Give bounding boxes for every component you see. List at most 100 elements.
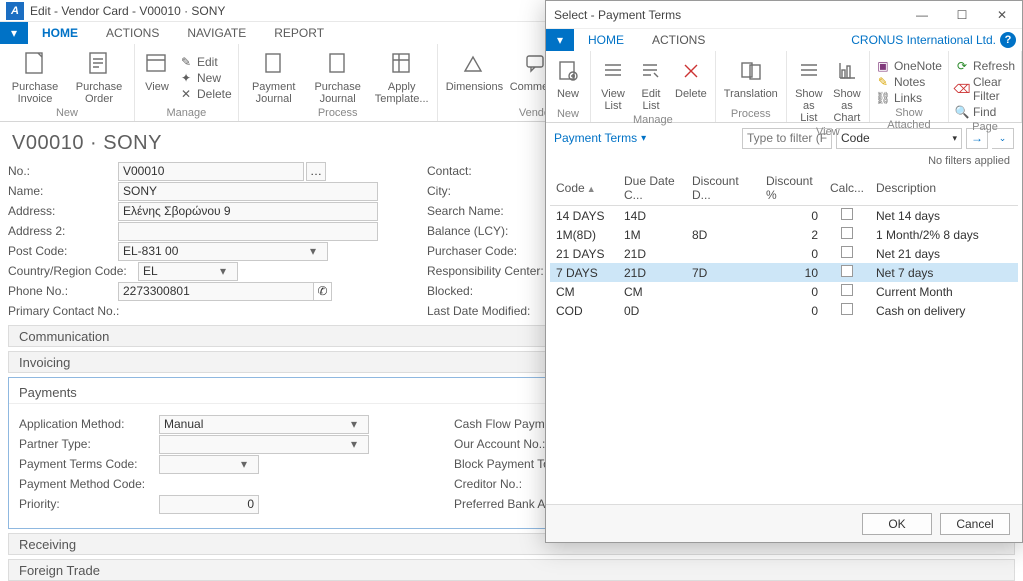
journal-icon	[324, 50, 352, 78]
view-icon	[143, 50, 171, 78]
dialog-footer: OK Cancel	[546, 504, 1022, 542]
help-icon[interactable]: ?	[1000, 32, 1016, 48]
dimensions-icon	[459, 50, 487, 78]
find-button[interactable]: 🔍Find	[955, 105, 1015, 119]
label-paymentterms: Payment Terms Code:	[19, 457, 159, 471]
dialog-new-button[interactable]: New	[552, 55, 584, 106]
dialog-tab-home[interactable]: HOME	[574, 29, 638, 51]
file-tab[interactable]: ▾	[0, 22, 28, 44]
ok-button[interactable]: OK	[862, 513, 932, 535]
app-logo-icon: A	[6, 2, 24, 20]
dialog-title: Select - Payment Terms	[554, 8, 902, 22]
template-icon	[388, 50, 416, 78]
tab-navigate[interactable]: NAVIGATE	[173, 22, 260, 44]
label-partnertype: Partner Type:	[19, 437, 159, 451]
chevron-down-icon: ▾	[952, 133, 957, 144]
phone-icon[interactable]: ✆	[314, 282, 332, 301]
tab-report[interactable]: REPORT	[260, 22, 338, 44]
checkbox[interactable]	[841, 303, 853, 315]
col-discountpct[interactable]: Discount %	[760, 171, 824, 206]
label-no: No.:	[8, 164, 118, 178]
priority-input[interactable]	[159, 495, 259, 514]
new-icon	[554, 57, 582, 85]
col-discountdate[interactable]: Discount D...	[686, 171, 760, 206]
minimize-button[interactable]: —	[902, 1, 942, 29]
translation-button[interactable]: Translation	[722, 55, 780, 106]
cancel-button[interactable]: Cancel	[940, 513, 1010, 535]
edit-list-button[interactable]: Edit List	[635, 55, 667, 112]
dialog-header[interactable]: Payment Terms▾	[554, 131, 646, 145]
onenote-button[interactable]: ▣OneNote	[876, 59, 942, 73]
delete-icon	[677, 57, 705, 85]
tab-home[interactable]: HOME	[28, 22, 92, 44]
country-input[interactable]	[138, 262, 238, 281]
select-payment-terms-dialog: Select - Payment Terms — ☐ ✕ ▾ HOME ACTI…	[545, 0, 1023, 543]
table-row[interactable]: 7 DAYS21D7D10Net 7 days	[550, 263, 1018, 282]
list-icon	[599, 57, 627, 85]
appmethod-input[interactable]	[159, 415, 369, 434]
col-duedate[interactable]: Due Date C...	[618, 171, 686, 206]
label-address2: Address 2:	[8, 224, 118, 238]
new-button[interactable]: ✦New	[179, 71, 232, 85]
close-button[interactable]: ✕	[982, 1, 1022, 29]
partnertype-input[interactable]	[159, 435, 369, 454]
clear-filter-icon: ⌫	[955, 82, 969, 96]
table-row[interactable]: 14 DAYS14D0Net 14 days	[550, 206, 1018, 226]
no-assist-button[interactable]: …	[306, 162, 326, 181]
dialog-ribbon-tabs: ▾ HOME ACTIONS CRONUS International Ltd.…	[546, 29, 1022, 51]
notes-icon: ✎	[876, 75, 890, 89]
clear-filter-button[interactable]: ⌫Clear Filter	[955, 75, 1015, 103]
edit-button[interactable]: ✎Edit	[179, 55, 232, 69]
checkbox[interactable]	[841, 265, 853, 277]
table-row[interactable]: CMCM0Current Month	[550, 282, 1018, 301]
col-code[interactable]: Code▲	[550, 171, 618, 206]
notes-button[interactable]: ✎Notes	[876, 75, 942, 89]
delete-button[interactable]: ✕Delete	[179, 87, 232, 101]
no-input[interactable]	[118, 162, 304, 181]
payment-journal-button[interactable]: Payment Journal	[245, 48, 303, 105]
view-list-button[interactable]: View List	[597, 55, 629, 112]
links-icon: ⛓	[876, 91, 890, 105]
table-row[interactable]: 1M(8D)1M8D21 Month/2% 8 days	[550, 225, 1018, 244]
paymentterms-input[interactable]	[159, 455, 259, 474]
dialog-tab-actions[interactable]: ACTIONS	[638, 29, 719, 51]
label-balance: Balance (LCY):	[427, 224, 537, 238]
links-button[interactable]: ⛓Links	[876, 91, 942, 105]
refresh-button[interactable]: ⟳Refresh	[955, 59, 1015, 73]
maximize-button[interactable]: ☐	[942, 1, 982, 29]
checkbox[interactable]	[841, 246, 853, 258]
show-as-list-button[interactable]: Show as List	[793, 55, 825, 124]
dialog-file-tab[interactable]: ▾	[546, 29, 574, 51]
checkbox[interactable]	[841, 284, 853, 296]
section-foreigntrade[interactable]: Foreign Trade	[8, 559, 1015, 581]
checkbox[interactable]	[841, 208, 853, 220]
table-row[interactable]: 21 DAYS21D0Net 21 days	[550, 244, 1018, 263]
checkbox[interactable]	[841, 227, 853, 239]
dialog-filter-row: Payment Terms▾ Code▾ → ⌄	[546, 123, 1022, 153]
col-calc[interactable]: Calc...	[824, 171, 870, 206]
label-lastmod: Last Date Modified:	[427, 304, 557, 318]
col-description[interactable]: Description	[870, 171, 1018, 206]
table-row[interactable]: COD0D0Cash on delivery	[550, 301, 1018, 320]
view-button[interactable]: View	[141, 48, 173, 105]
dimensions-button[interactable]: Dimensions	[444, 48, 502, 105]
company-name[interactable]: CRONUS International Ltd.?	[851, 32, 1022, 48]
name-input[interactable]	[118, 182, 378, 201]
chevron-down-icon: ▾	[641, 133, 646, 144]
address2-input[interactable]	[118, 222, 378, 241]
label-purchaser: Purchaser Code:	[427, 244, 537, 258]
delete-icon: ✕	[179, 87, 193, 101]
purchase-invoice-button[interactable]: Purchase Invoice	[6, 48, 64, 105]
phone-input[interactable]	[118, 282, 314, 301]
apply-template-button[interactable]: Apply Template...	[373, 48, 431, 105]
tab-actions[interactable]: ACTIONS	[92, 22, 173, 44]
dialog-delete-button[interactable]: Delete	[673, 55, 709, 112]
postcode-input[interactable]	[118, 242, 328, 261]
no-filters-label: No filters applied	[546, 153, 1022, 171]
purchase-journal-button[interactable]: Purchase Journal	[309, 48, 367, 105]
purchase-order-button[interactable]: Purchase Order	[70, 48, 128, 105]
pencil-icon: ✎	[179, 55, 193, 69]
chevron-down-icon: ⌄	[999, 133, 1007, 144]
address-input[interactable]	[118, 202, 378, 221]
show-as-chart-button[interactable]: Show as Chart	[831, 55, 863, 124]
